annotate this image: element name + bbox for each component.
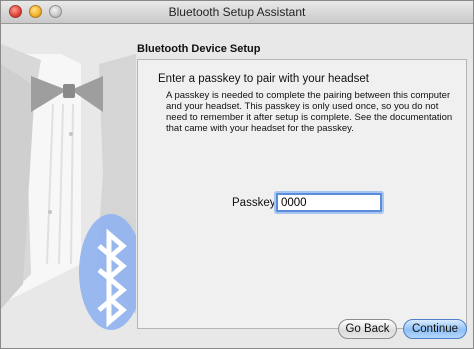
panel-description: A passkey is needed to complete the pair… <box>166 90 453 134</box>
panel-heading: Enter a passkey to pair with your headse… <box>158 73 369 85</box>
passkey-panel: Enter a passkey to pair with your headse… <box>137 59 467 329</box>
title-bar[interactable]: Bluetooth Setup Assistant <box>1 1 473 24</box>
passkey-input[interactable] <box>276 193 382 212</box>
section-title: Bluetooth Device Setup <box>137 43 261 55</box>
go-back-button[interactable]: Go Back <box>338 319 397 339</box>
setup-assistant-window: Bluetooth Setup Assistant Bluetooth Devi… <box>0 0 474 349</box>
continue-button[interactable]: Continue <box>403 319 467 339</box>
window-content: Bluetooth Device Setup Enter a passkey t… <box>1 24 473 348</box>
window-title: Bluetooth Setup Assistant <box>168 5 306 19</box>
passkey-label: Passkey: <box>232 197 279 209</box>
tuxedo-bluetooth-illustration <box>1 24 136 348</box>
